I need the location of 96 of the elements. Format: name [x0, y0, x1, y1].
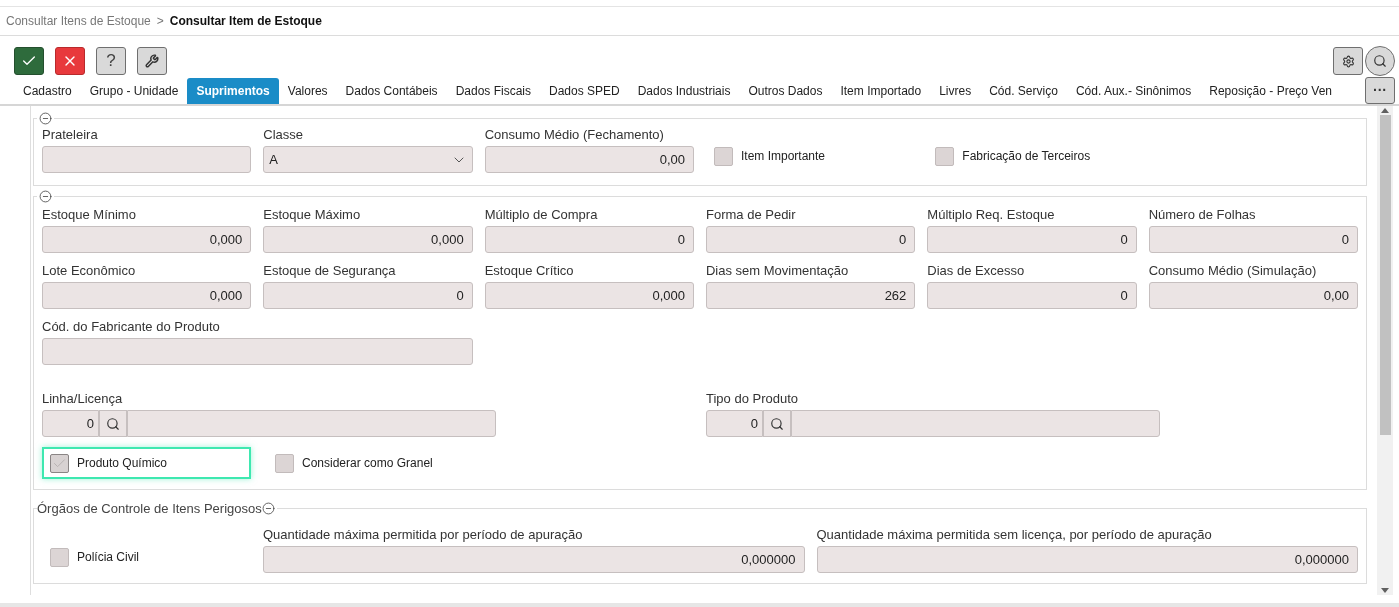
help-button[interactable]: ? — [96, 47, 126, 75]
tab[interactable]: Cadastro — [14, 78, 81, 104]
search-icon — [106, 416, 120, 431]
dropdown-field[interactable]: A — [263, 146, 473, 173]
tab[interactable]: Dados SPED — [540, 78, 629, 104]
field-label: Estoque Crítico — [484, 263, 575, 279]
code-field[interactable]: 0 — [42, 410, 99, 437]
input-field[interactable]: 262 — [706, 282, 916, 309]
checkbox-label: Considerar como Granel — [302, 455, 433, 472]
checkbox-row[interactable]: Produto Químico — [42, 447, 251, 479]
wrench-icon — [145, 54, 159, 68]
code-field[interactable]: 0 — [706, 410, 763, 437]
checkbox[interactable] — [50, 547, 69, 567]
tab[interactable]: Valores — [278, 78, 337, 104]
input-field[interactable]: 0,000 — [42, 282, 252, 309]
input-field[interactable]: 0,00 — [484, 146, 694, 173]
input-field[interactable]: 0,000 — [263, 226, 473, 253]
search-icon — [1373, 54, 1387, 68]
field-label: Múltiplo Req. Estoque — [927, 207, 1056, 223]
tab[interactable]: Dados Industriais — [628, 78, 740, 104]
input-field[interactable]: 0,00 — [1148, 282, 1358, 309]
field-label: Consumo Médio (Fechamento) — [484, 127, 665, 143]
checkbox-label: Polícia Civil — [77, 549, 139, 566]
confirm-button[interactable] — [14, 47, 44, 75]
field-label: Múltiplo de Compra — [484, 207, 599, 223]
description-field[interactable] — [791, 410, 1160, 437]
checkbox-row[interactable]: Item Importante — [706, 140, 916, 172]
checkbox-label: Item Importante — [741, 148, 826, 165]
checkbox[interactable] — [935, 146, 955, 166]
field-label: Consumo Médio (Simulação) — [1148, 263, 1318, 279]
field-label: Quantidade máxima permitida por período de apuração — [263, 527, 584, 543]
input-field[interactable]: 0 — [263, 282, 473, 309]
scrollbar[interactable] — [1377, 106, 1393, 595]
tab[interactable]: Dados Contábeis — [336, 78, 447, 104]
search-button[interactable] — [763, 410, 791, 437]
checkbox-row[interactable]: Polícia Civil — [42, 541, 251, 573]
field-label: Tipo do Produto — [706, 391, 800, 407]
field-label: Estoque Mínimo — [42, 207, 137, 223]
breadcrumb-separator: > — [156, 13, 164, 30]
input-field[interactable]: 0,000000 — [263, 546, 805, 573]
tab[interactable]: Item Importado — [831, 78, 931, 104]
search-button[interactable] — [99, 410, 127, 437]
field-label: Forma de Pedir — [706, 207, 797, 223]
scroll-up-icon[interactable] — [1381, 108, 1389, 113]
input-field[interactable]: 0 — [1148, 226, 1358, 253]
field-label: Linha/Licença — [42, 391, 124, 407]
field-label: Prateleira — [42, 127, 99, 143]
checkbox[interactable] — [714, 146, 733, 166]
tab[interactable]: Suprimentos — [187, 78, 279, 104]
field-label: Dias de Excesso — [927, 263, 1026, 279]
field-label: Número de Folhas — [1148, 207, 1257, 223]
tab[interactable]: Reposição - Preço Ven — [1200, 78, 1341, 104]
search-icon — [770, 416, 784, 431]
tab[interactable]: Grupo - Unidade — [80, 78, 188, 104]
checkbox-label: Fabricação de Terceiros — [962, 148, 1091, 165]
collapse-icon[interactable] — [261, 502, 275, 516]
settings-button[interactable] — [1333, 47, 1363, 75]
tab[interactable]: Dados Fiscais — [446, 78, 540, 104]
checkbox[interactable] — [275, 453, 294, 473]
field-label: Classe — [263, 127, 305, 143]
tab[interactable]: Outros Dados — [739, 78, 832, 104]
tools-button[interactable] — [137, 47, 167, 75]
input-field[interactable]: 0 — [706, 226, 916, 253]
input-field[interactable]: 0,000000 — [816, 546, 1358, 573]
description-field[interactable] — [127, 410, 496, 437]
checkbox-row[interactable]: Fabricação de Terceiros — [927, 140, 1137, 172]
scroll-down-icon[interactable] — [1381, 588, 1389, 593]
field-label: Quantidade máxima permitida sem licença, por período de apuração — [816, 527, 1213, 543]
field-label: Estoque Máximo — [263, 207, 362, 223]
input-field[interactable]: 0 — [927, 282, 1137, 309]
section-title: Órgãos de Controle de Itens Perigosos — [37, 500, 262, 518]
breadcrumb-current: Consultar Item de Estoque — [169, 13, 322, 30]
collapse-icon[interactable] — [39, 112, 52, 125]
checkbox-label: Produto Químico — [77, 455, 168, 472]
breadcrumb-link[interactable]: Consultar Itens de Estoque — [6, 12, 151, 30]
field-label: Lote Econômico — [42, 263, 137, 279]
field-label: Cód. do Fabricante do Produto — [42, 319, 221, 335]
search-button[interactable] — [1365, 46, 1395, 76]
input-field[interactable]: 0 — [927, 226, 1137, 253]
input-field[interactable] — [42, 338, 473, 365]
input-field[interactable]: 0,000 — [484, 282, 694, 309]
tab[interactable]: Livres — [930, 78, 981, 104]
input-field[interactable]: 0,000 — [42, 226, 252, 253]
checkbox[interactable] — [50, 453, 69, 473]
input-field[interactable]: 0 — [484, 226, 694, 253]
more-tabs-button[interactable]: ··· — [1365, 77, 1395, 104]
settings-icon — [1341, 54, 1355, 68]
tab[interactable]: Cód. Aux.- Sinônimos — [1066, 78, 1201, 104]
cancel-button[interactable] — [55, 47, 85, 75]
tab[interactable]: Cód. Serviço — [980, 78, 1067, 104]
scrollbar-thumb[interactable] — [1379, 115, 1391, 435]
collapse-icon[interactable] — [39, 190, 52, 203]
field-label: Estoque de Segurança — [263, 263, 397, 279]
input-field[interactable] — [42, 146, 252, 173]
field-label: Dias sem Movimentação — [706, 263, 850, 279]
checkbox-row[interactable]: Considerar como Granel — [267, 447, 441, 479]
